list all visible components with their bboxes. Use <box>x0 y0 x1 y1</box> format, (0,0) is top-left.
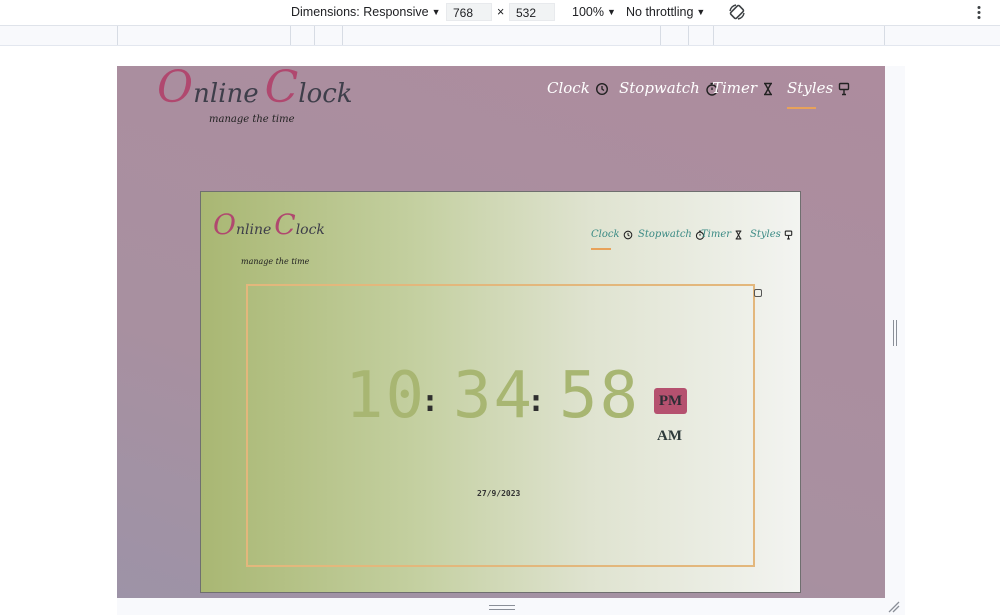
paint-roller-icon <box>838 82 850 96</box>
clock-icon <box>623 230 633 239</box>
nav-stopwatch[interactable]: Stopwatch <box>619 79 719 97</box>
clock-display: 10 : 34 : 58 PM AM 27/9/2023 <box>246 284 755 567</box>
fullscreen-icon[interactable] <box>754 289 762 297</box>
clock-colon: : <box>527 384 546 419</box>
throttle-label: No throttling <box>626 5 694 19</box>
nav-clock[interactable]: Clock <box>547 79 609 97</box>
clock-seconds: 58 <box>559 359 641 433</box>
resize-handle-right[interactable] <box>893 320 897 346</box>
dimensions-label: Dimensions: Responsive <box>291 5 429 19</box>
more-vert-icon[interactable] <box>975 5 983 21</box>
clock-hours: 10 <box>345 359 427 433</box>
height-input[interactable]: 532 <box>509 3 555 21</box>
hourglass-icon <box>735 230 742 239</box>
clock-icon <box>595 82 608 96</box>
preview-nav-styles[interactable]: Styles <box>750 229 793 240</box>
zoom-label: 100% <box>572 5 604 19</box>
active-nav-underline <box>787 107 816 109</box>
pm-indicator: PM <box>654 388 687 414</box>
preview-active-underline <box>591 248 611 250</box>
paint-roller-icon <box>784 230 793 239</box>
caret-down-icon: ▼ <box>696 7 706 17</box>
site-logo[interactable]: Online Clock <box>157 66 353 113</box>
device-viewport: Online Clock manage the time Clock Stopwa… <box>117 66 885 598</box>
clock-minutes: 34 <box>453 359 535 433</box>
clock-date: 27/9/2023 <box>477 489 521 498</box>
devtools-device-toolbar: Dimensions: Responsive ▼ 768 × 532 100% ▼ … <box>0 0 1000 26</box>
zoom-dropdown[interactable]: 100% ▼ <box>572 5 616 19</box>
resize-handle-corner[interactable] <box>887 600 901 614</box>
preview-nav-timer[interactable]: Timer <box>701 229 743 240</box>
nav-timer[interactable]: Timer <box>712 79 774 97</box>
preview-logo[interactable]: Online Clock <box>213 208 325 241</box>
preview-tagline: manage the time <box>241 257 310 266</box>
preview-page: Online Clock manage the time Clock Stopwa… <box>200 191 801 593</box>
clock-colon: : <box>421 384 440 419</box>
resize-handle-bottom[interactable] <box>489 605 515 610</box>
dimensions-dropdown[interactable]: Dimensions: Responsive ▼ <box>291 5 440 19</box>
preview-nav-stopwatch[interactable]: Stopwatch <box>638 229 705 240</box>
media-query-ruler[interactable] <box>0 26 1000 46</box>
nav-styles[interactable]: Styles <box>787 79 850 97</box>
throttling-dropdown[interactable]: No throttling ▼ <box>626 5 705 19</box>
hourglass-icon <box>763 82 772 96</box>
rotate-icon[interactable] <box>727 2 747 22</box>
caret-down-icon: ▼ <box>431 7 441 17</box>
width-input[interactable]: 768 <box>446 3 492 21</box>
caret-down-icon: ▼ <box>606 7 616 17</box>
times-sign: × <box>497 5 505 19</box>
am-indicator: AM <box>657 428 682 444</box>
preview-nav-clock[interactable]: Clock <box>591 229 633 240</box>
site-tagline: manage the time <box>209 114 295 125</box>
